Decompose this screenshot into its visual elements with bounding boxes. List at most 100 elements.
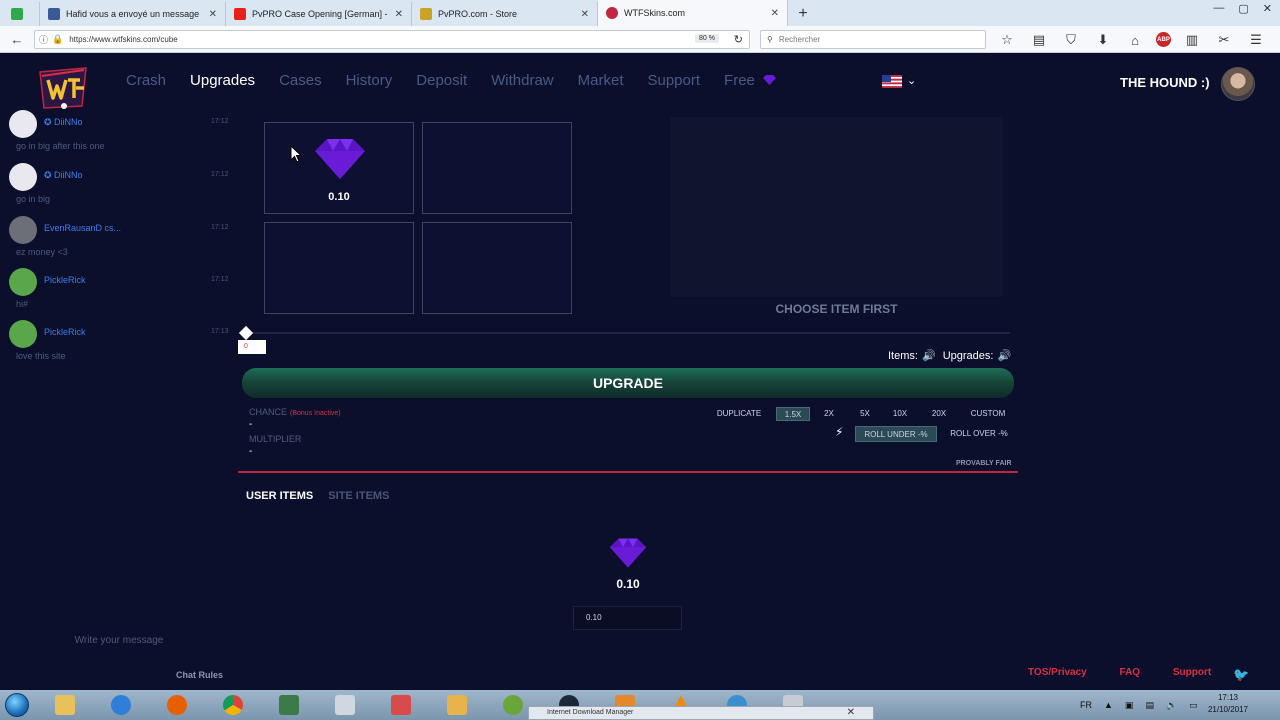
tools-icon[interactable]: ✂ [1213, 29, 1235, 51]
browser-tab-active[interactable]: WTFSkins.com ✕ [598, 0, 788, 26]
upgrade-slot[interactable] [264, 222, 414, 314]
multiplier-20x[interactable]: 20X [924, 407, 954, 421]
taskbar-chrome[interactable] [208, 691, 258, 719]
nav-history[interactable]: History [346, 72, 393, 89]
chat-username[interactable]: EvenRausanD cs... [44, 223, 121, 233]
minimize-icon[interactable]: — [1213, 2, 1224, 15]
chat-avatar[interactable] [9, 110, 37, 138]
monitor-icon[interactable]: ▭ [1189, 700, 1198, 711]
browser-tab[interactable]: Hafid vous a envoyé un message ✕ [40, 2, 226, 26]
tos-privacy-link[interactable]: TOS/Privacy [1028, 667, 1087, 678]
chat-input[interactable]: Write your message [8, 624, 230, 656]
upgrade-button[interactable]: UPGRADE [242, 368, 1014, 398]
new-tab-button[interactable]: + [788, 2, 818, 26]
download-icon[interactable]: ⬇ [1092, 29, 1114, 51]
tray-expand-icon[interactable]: ▲ [1104, 700, 1113, 710]
chat-username[interactable]: ✪ DiiNNo [44, 170, 83, 181]
network-icon[interactable]: ▤ [1145, 700, 1154, 711]
volume-icon[interactable]: 🔈 [1166, 700, 1177, 711]
multiplier-1-5x[interactable]: 1.5X [776, 407, 810, 421]
close-icon[interactable]: ✕ [395, 9, 403, 20]
roll-over-button[interactable]: ROLL OVER -% [944, 426, 1014, 442]
chat-username[interactable]: PickleRick [44, 275, 86, 285]
upgrade-slot[interactable]: 0.10 [264, 122, 414, 214]
browser-tab[interactable]: PvPRO.com - Store ✕ [412, 2, 598, 26]
clock[interactable]: 17:13 21/10/2017 [1205, 692, 1251, 716]
search-input[interactable]: ⚲ Rechercher [760, 30, 986, 49]
multiplier-5x[interactable]: 5X [852, 407, 878, 421]
nav-upgrades[interactable]: Upgrades [190, 72, 255, 89]
multiplier-2x[interactable]: 2X [816, 407, 842, 421]
chat-username[interactable]: PickleRick [44, 327, 86, 337]
avatar[interactable] [1221, 67, 1255, 101]
start-button[interactable] [0, 690, 34, 720]
close-icon[interactable]: ✕ [209, 9, 217, 20]
adblock-icon[interactable]: ABP [1156, 32, 1171, 47]
info-icon[interactable]: ⓘ [39, 33, 48, 46]
close-window-icon[interactable]: ✕ [1263, 2, 1272, 15]
maximize-icon[interactable]: ▢ [1238, 2, 1248, 15]
browser-tab[interactable]: PvPRO Case Opening [German] - Pl ✕ [226, 2, 412, 26]
amount-input[interactable]: 0.10 [573, 606, 682, 630]
nav-withdraw[interactable]: Withdraw [491, 72, 554, 89]
chat-rules-link[interactable]: Chat Rules [176, 670, 223, 680]
twitter-icon[interactable]: 🐦 [1233, 667, 1249, 683]
us-flag-icon[interactable] [882, 75, 902, 88]
tab-user-items[interactable]: USER ITEMS [246, 490, 313, 502]
nav-cases[interactable]: Cases [279, 72, 322, 89]
reading-list-icon[interactable]: ▤ [1028, 29, 1050, 51]
back-arrow-icon[interactable]: ← [6, 28, 28, 50]
taskbar-firefox[interactable] [152, 691, 202, 719]
close-icon[interactable]: ✕ [847, 707, 855, 719]
language-indicator[interactable]: FR [1080, 700, 1092, 710]
target-item-box[interactable] [670, 117, 1003, 297]
zoom-level[interactable]: 80 % [695, 34, 719, 43]
upgrades-speaker-icon[interactable]: 🔊 [997, 350, 1011, 362]
faq-link[interactable]: FAQ [1120, 667, 1141, 678]
roll-under-button[interactable]: ROLL UNDER -% [855, 426, 937, 442]
multiplier-custom[interactable]: CUSTOM [964, 407, 1012, 421]
reload-icon[interactable]: ↻ [734, 33, 743, 46]
chat-username[interactable]: ✪ DiiNNo [44, 117, 83, 128]
tray-app-icon[interactable]: ▣ [1125, 700, 1134, 711]
taskbar-ie[interactable] [96, 691, 146, 719]
menu-icon[interactable]: ☰ [1245, 29, 1267, 51]
nav-free[interactable]: Free [724, 72, 777, 89]
upgrade-slot[interactable] [422, 122, 572, 214]
user-item-card[interactable]: 0.10 [598, 532, 658, 598]
nav-crash[interactable]: Crash [126, 72, 166, 89]
multiplier-duplicate[interactable]: DUPLICATE [710, 407, 768, 421]
url-bar[interactable]: ⓘ 🔒 https://www.wtfskins.com/cube 80 % ↻ [34, 30, 750, 49]
extension-icon[interactable]: ▥ [1181, 29, 1203, 51]
lightning-bolt-icon[interactable]: ⚡ [835, 425, 843, 439]
chat-avatar[interactable] [9, 216, 37, 244]
pocket-icon[interactable]: ⛉ [1060, 29, 1082, 51]
username[interactable]: THE HOUND :) [1120, 75, 1210, 90]
chevron-down-icon[interactable]: ⌄ [907, 74, 916, 87]
pinned-tab[interactable] [0, 2, 40, 26]
taskbar-explorer[interactable] [40, 691, 90, 719]
multiplier-10x[interactable]: 10X [886, 407, 914, 421]
chat-avatar[interactable] [9, 320, 37, 348]
roll-slider-track[interactable] [246, 332, 1010, 334]
taskbar-app[interactable] [264, 691, 314, 719]
upgrade-slot[interactable] [422, 222, 572, 314]
url-text[interactable]: https://www.wtfskins.com/cube [69, 35, 177, 44]
tab-site-items[interactable]: SITE ITEMS [328, 490, 389, 502]
nav-market[interactable]: Market [578, 72, 624, 89]
taskbar-calculator[interactable] [320, 691, 370, 719]
taskbar-snipping[interactable] [376, 691, 426, 719]
items-speaker-icon[interactable]: 🔊 [922, 350, 936, 362]
chat-avatar[interactable] [9, 163, 37, 191]
chat-avatar[interactable] [9, 268, 37, 296]
close-icon[interactable]: ✕ [771, 8, 779, 19]
taskbar-paint[interactable] [432, 691, 482, 719]
support-link[interactable]: Support [1173, 667, 1211, 678]
close-icon[interactable]: ✕ [581, 9, 589, 20]
wtfskins-logo[interactable] [34, 62, 92, 114]
nav-deposit[interactable]: Deposit [416, 72, 467, 89]
home-icon[interactable]: ⌂ [1124, 29, 1146, 51]
bookmark-star-icon[interactable]: ☆ [996, 29, 1018, 51]
roll-slider-handle[interactable] [238, 325, 254, 341]
nav-support[interactable]: Support [647, 72, 700, 89]
